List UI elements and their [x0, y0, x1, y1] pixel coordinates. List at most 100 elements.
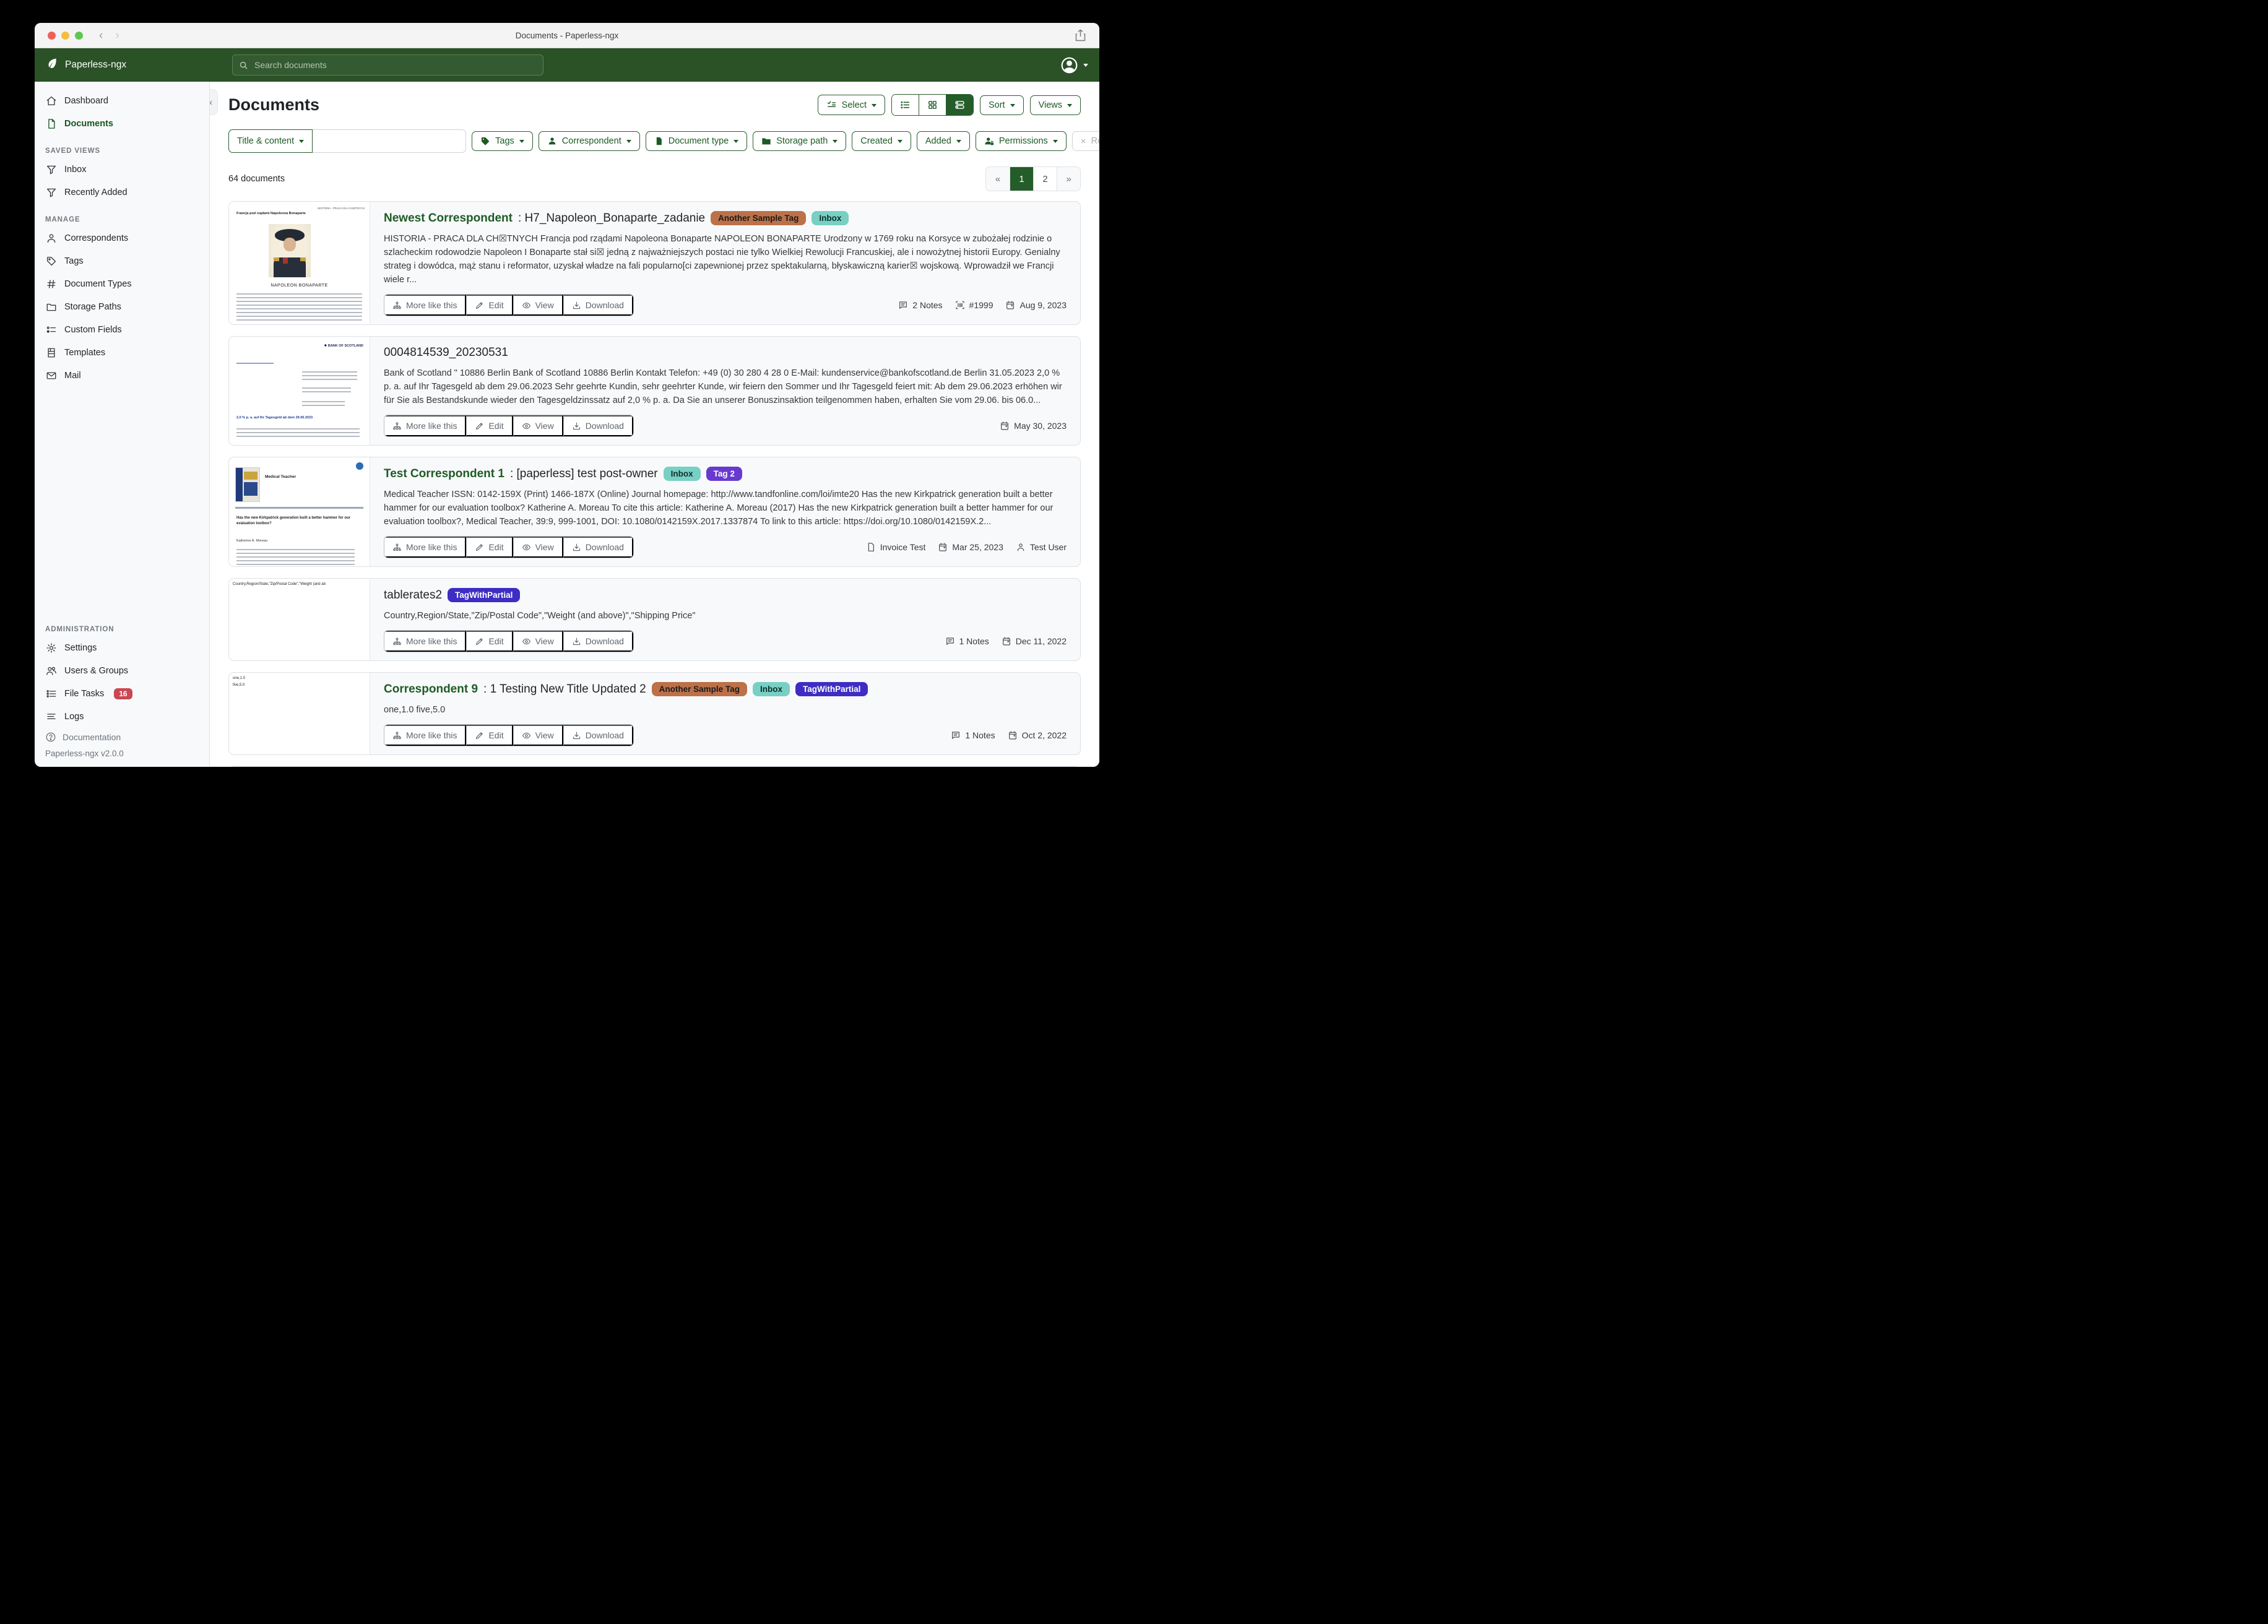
pagination-next-button[interactable]: » [1057, 167, 1080, 191]
document-title[interactable]: 0004814539_20230531 [384, 346, 508, 360]
document-meta-calendar[interactable]: Mar 25, 2023 [938, 542, 1003, 552]
edit-button[interactable]: Edit [466, 537, 513, 558]
sidebar-item-documents[interactable]: Documents [35, 112, 209, 135]
edit-button[interactable]: Edit [466, 295, 513, 316]
tag-chip[interactable]: Inbox [812, 211, 849, 225]
view-mode-largecards-button[interactable] [946, 95, 973, 115]
tag-chip[interactable]: Inbox [664, 467, 701, 481]
sidebar-item-tags[interactable]: Tags [35, 249, 209, 272]
sidebar-item-logs[interactable]: Logs [35, 705, 209, 728]
sidebar-item-users-groups[interactable]: Users & Groups [35, 659, 209, 682]
reset-filters-button[interactable]: × Reset filters [1072, 131, 1099, 151]
more-like-this-button[interactable]: More like this [384, 415, 466, 436]
sidebar-item-custom-fields[interactable]: Custom Fields [35, 318, 209, 341]
document-meta-barcode[interactable]: #1999 [955, 300, 993, 310]
edit-button[interactable]: Edit [466, 415, 513, 436]
document-title[interactable]: : H7_Napoleon_Bonaparte_zadanie [518, 212, 705, 225]
sidebar-item-dashboard[interactable]: Dashboard [35, 89, 209, 112]
tags-filter-button[interactable]: Tags [472, 131, 533, 151]
title-content-dropdown-button[interactable]: Title & content [228, 129, 313, 153]
view-button[interactable]: View [513, 725, 563, 746]
edit-button[interactable]: Edit [466, 725, 513, 746]
sidebar-item-recently-added[interactable]: Recently Added [35, 181, 209, 204]
document-thumbnail[interactable]: ❖ BANK OF SCOTLAND 2,0 % p. a. auf Ihr T… [229, 337, 370, 445]
sidebar-item-inbox[interactable]: Inbox [35, 158, 209, 181]
download-button[interactable]: Download [563, 725, 633, 746]
more-like-this-button[interactable]: More like this [384, 725, 466, 746]
download-button[interactable]: Download [563, 415, 633, 436]
document-thumbnail[interactable]: one,1.0five,5.0 [229, 673, 370, 754]
document-meta-notes[interactable]: 2 Notes [898, 300, 942, 310]
more-like-this-button[interactable]: More like this [384, 537, 466, 558]
document-meta-notes[interactable]: 1 Notes [951, 730, 995, 740]
pagination-prev-button[interactable]: « [986, 167, 1010, 191]
sidebar-collapse-button[interactable]: « [210, 89, 218, 115]
view-mode-grid-button[interactable] [919, 95, 946, 115]
tag-chip[interactable]: Inbox [753, 682, 790, 696]
sidebar: DashboardDocumentsSAVED VIEWSInboxRecent… [35, 82, 210, 767]
download-button[interactable]: Download [563, 631, 633, 652]
correspondent-filter-button[interactable]: Correspondent [539, 131, 640, 151]
sidebar-item-document-types[interactable]: Document Types [35, 272, 209, 295]
document-meta-user[interactable]: Test User [1016, 542, 1067, 552]
document-correspondent-link[interactable]: Newest Correspondent [384, 212, 513, 225]
download-button[interactable]: Download [563, 537, 633, 558]
document-meta-notes[interactable]: 1 Notes [945, 636, 989, 646]
added-filter-button[interactable]: Added [917, 131, 970, 151]
title-content-input[interactable] [313, 129, 466, 153]
document-meta-calendar[interactable]: Oct 2, 2022 [1008, 730, 1067, 740]
sidebar-item-storage-paths[interactable]: Storage Paths [35, 295, 209, 318]
search-input[interactable] [253, 59, 537, 71]
views-button[interactable]: Views [1030, 95, 1081, 115]
user-avatar-icon[interactable] [1060, 56, 1079, 75]
document-thumbnail[interactable]: Country,Region/State,"Zip/Postal Code","… [229, 579, 370, 660]
sidebar-item-settings[interactable]: Settings [35, 636, 209, 659]
document-meta-calendar[interactable]: May 30, 2023 [1000, 421, 1067, 431]
view-button[interactable]: View [513, 631, 563, 652]
document-meta-calendar[interactable]: Dec 11, 2022 [1002, 636, 1067, 646]
tag-chip[interactable]: TagWithPartial [448, 588, 520, 602]
document-title[interactable]: tablerates2 [384, 589, 442, 602]
document-title[interactable]: : [paperless] test post-owner [510, 467, 658, 481]
storage-path-filter-button[interactable]: Storage path [753, 131, 846, 151]
document-meta-label: 1 Notes [965, 730, 995, 740]
tag-chip[interactable]: Another Sample Tag [652, 682, 747, 696]
sidebar-item-templates[interactable]: Templates [35, 341, 209, 364]
more-like-this-button[interactable]: More like this [384, 631, 466, 652]
app-brand[interactable]: Paperless-ngx [46, 57, 126, 73]
view-button[interactable]: View [513, 537, 563, 558]
document-thumbnail[interactable]: Medical Teacher Has the new Kirkpatrick … [229, 457, 370, 566]
document-meta-calendar[interactable]: Aug 9, 2023 [1005, 300, 1067, 310]
document-type-filter-button[interactable]: Document type [646, 131, 748, 151]
document-meta-doctype[interactable]: Invoice Test [866, 542, 926, 552]
documentation-link[interactable]: Documentation [45, 732, 199, 743]
more-like-this-button[interactable]: More like this [384, 295, 466, 316]
share-icon[interactable] [1075, 29, 1086, 45]
document-correspondent-link[interactable]: Test Correspondent 1 [384, 467, 504, 481]
document-correspondent-link[interactable]: Correspondent 9 [384, 683, 478, 696]
pagination-page-2[interactable]: 2 [1033, 167, 1057, 191]
sidebar-item-correspondents[interactable]: Correspondents [35, 227, 209, 249]
funnel-icon [45, 186, 57, 198]
tag-chip[interactable]: Tag 2 [706, 467, 742, 481]
sidebar-item-file-tasks[interactable]: File Tasks16 [35, 682, 209, 705]
created-filter-button[interactable]: Created [852, 131, 911, 151]
document-actions: More like this Edit View Download [384, 294, 634, 316]
user-menu-caret-icon[interactable] [1083, 64, 1088, 67]
download-button[interactable]: Download [563, 295, 633, 316]
caret-down-icon [1010, 104, 1015, 107]
tag-chip[interactable]: Another Sample Tag [711, 211, 806, 225]
hash-icon [45, 278, 57, 290]
permissions-filter-button[interactable]: Permissions [976, 131, 1067, 151]
view-mode-table-button[interactable] [892, 95, 919, 115]
edit-button[interactable]: Edit [466, 631, 513, 652]
document-title[interactable]: : 1 Testing New Title Updated 2 [483, 683, 646, 696]
document-thumbnail[interactable]: HISTORIA - PRACA DLA CHĘTNYCH Francja po… [229, 202, 370, 324]
sidebar-item-mail[interactable]: Mail [35, 364, 209, 387]
view-button[interactable]: View [513, 415, 563, 436]
tag-chip[interactable]: TagWithPartial [795, 682, 868, 696]
select-button[interactable]: Select [818, 95, 885, 115]
pagination-page-1[interactable]: 1 [1010, 167, 1033, 191]
view-button[interactable]: View [513, 295, 563, 316]
sort-button[interactable]: Sort [980, 95, 1024, 115]
